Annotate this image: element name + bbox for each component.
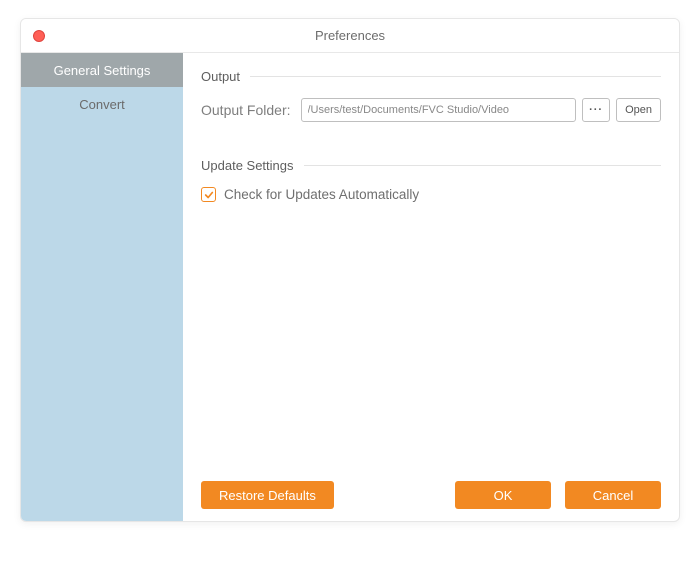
output-folder-row: Output Folder: ··· Open (201, 98, 661, 122)
traffic-lights (33, 30, 45, 42)
divider (304, 165, 661, 166)
section-heading: Update Settings (201, 158, 294, 173)
sidebar-item-general-settings[interactable]: General Settings (21, 53, 183, 87)
output-folder-label: Output Folder: (201, 102, 291, 118)
section-update-header: Update Settings (201, 158, 661, 173)
check-updates-label: Check for Updates Automatically (224, 187, 419, 202)
section-heading: Output (201, 69, 240, 84)
titlebar: Preferences (21, 19, 679, 53)
cancel-button[interactable]: Cancel (565, 481, 661, 509)
close-icon[interactable] (33, 30, 45, 42)
open-folder-button[interactable]: Open (616, 98, 661, 122)
check-updates-checkbox[interactable] (201, 187, 216, 202)
divider (250, 76, 661, 77)
check-updates-row: Check for Updates Automatically (201, 187, 661, 202)
body: General Settings Convert Output Output F… (21, 53, 679, 521)
window-title: Preferences (315, 28, 385, 43)
restore-defaults-button[interactable]: Restore Defaults (201, 481, 334, 509)
sidebar: General Settings Convert (21, 53, 183, 521)
footer: Restore Defaults OK Cancel (201, 471, 661, 509)
browse-button[interactable]: ··· (582, 98, 610, 122)
output-folder-input[interactable] (301, 98, 577, 122)
ok-button[interactable]: OK (455, 481, 551, 509)
sidebar-item-label: General Settings (54, 63, 151, 78)
check-icon (204, 190, 214, 200)
preferences-window: Preferences General Settings Convert Out… (20, 18, 680, 522)
main-panel: Output Output Folder: ··· Open Update Se… (183, 53, 679, 521)
section-output-header: Output (201, 69, 661, 84)
sidebar-item-label: Convert (79, 97, 125, 112)
sidebar-item-convert[interactable]: Convert (21, 87, 183, 121)
